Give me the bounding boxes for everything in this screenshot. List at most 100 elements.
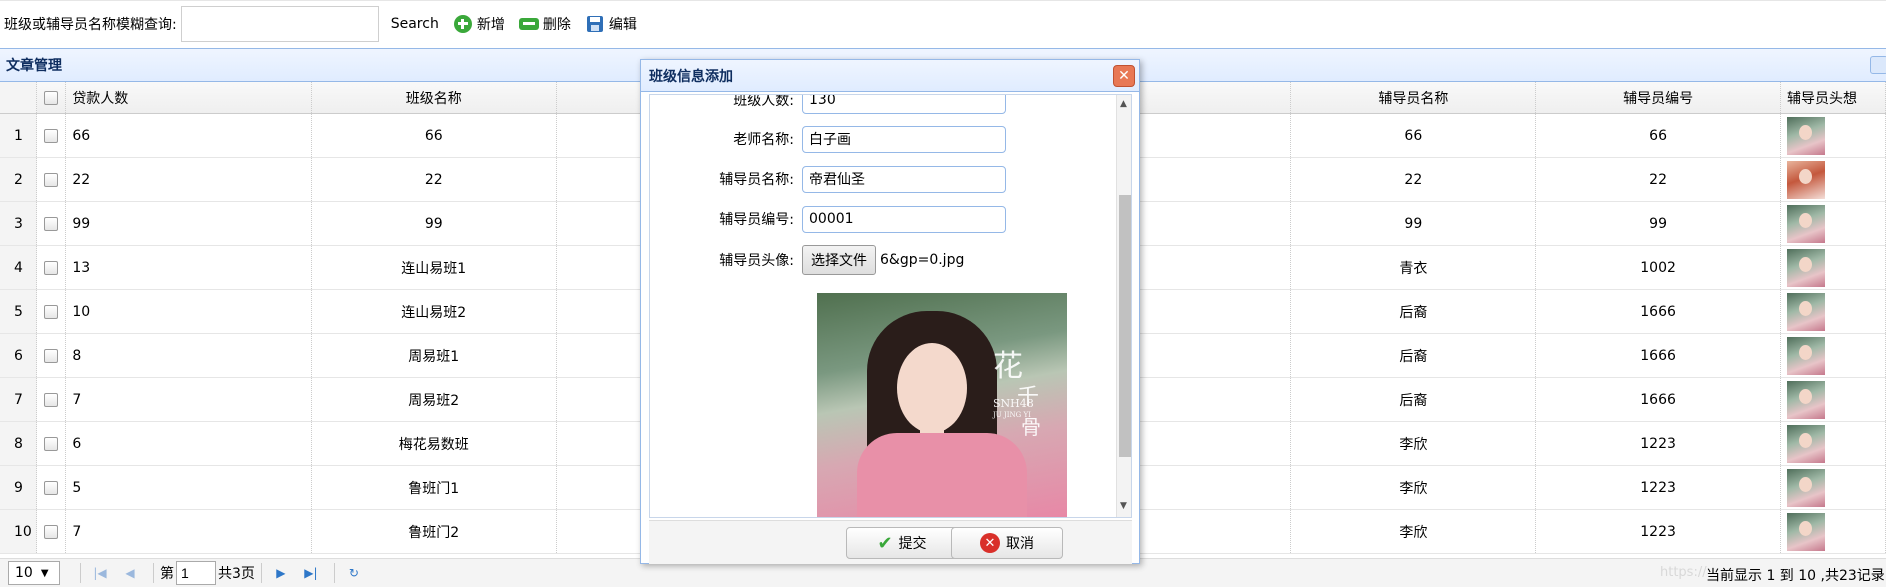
refresh-icon[interactable]: ↻ xyxy=(341,561,367,585)
row-number: 7 xyxy=(0,378,37,421)
row-number: 2 xyxy=(0,158,37,201)
row-number-header xyxy=(0,82,37,113)
cell-counselor-avatar xyxy=(1781,202,1886,245)
submit-button[interactable]: ✔ 提交 xyxy=(846,527,958,559)
row-number: 4 xyxy=(0,246,37,289)
page-size-select[interactable]: 10 ▼ xyxy=(8,561,60,585)
cell-loan-count: 5 xyxy=(66,466,312,509)
counselor-id-field[interactable]: 00001 xyxy=(802,205,1006,233)
collapse-icon[interactable] xyxy=(1870,56,1886,74)
cell-class-name: 99 xyxy=(312,202,557,245)
prev-page-icon[interactable]: ◀ xyxy=(117,561,143,585)
row-checkbox[interactable] xyxy=(37,510,67,553)
counselor-id-label: 辅导员编号: xyxy=(719,212,794,228)
class-count-label: 班级人数: xyxy=(733,94,794,109)
scroll-up-icon[interactable]: ▲ xyxy=(1120,99,1127,109)
watermark: https:// xyxy=(1660,565,1707,580)
row-checkbox[interactable] xyxy=(37,114,67,157)
row-number: 9 xyxy=(0,466,37,509)
header-counselor-avatar[interactable]: 辅导员头想 xyxy=(1781,82,1886,113)
photo-text-small: SNH48 xyxy=(993,397,1034,410)
search-button[interactable]: Search xyxy=(391,16,439,32)
avatar-preview-image: 花 千 骨 SNH48 JU JING YI xyxy=(817,293,1067,517)
select-all-checkbox[interactable] xyxy=(37,82,67,113)
pager-divider xyxy=(153,563,154,583)
cancel-button-label: 取消 xyxy=(1006,536,1034,552)
header-class-name[interactable]: 班级名称 xyxy=(312,82,557,113)
cell-counselor-avatar xyxy=(1781,466,1886,509)
add-button[interactable]: 新增 xyxy=(453,14,505,34)
pager-divider xyxy=(260,563,262,583)
cell-counselor-id: 1223 xyxy=(1536,510,1781,553)
counselor-name-field[interactable]: 帝君仙圣 xyxy=(802,165,1006,193)
cell-counselor-name: 22 xyxy=(1291,158,1537,201)
teacher-field[interactable]: 白子画 xyxy=(802,125,1006,153)
dialog-scrollbar[interactable]: ▲ ▼ xyxy=(1116,95,1131,517)
photo-text-small: JU JING YI xyxy=(993,411,1031,419)
row-checkbox[interactable] xyxy=(37,466,67,509)
pager-info: 当前显示 1 到 10 ,共23记录 xyxy=(1706,568,1885,584)
dialog-header: 班级信息添加 xyxy=(641,60,1139,92)
row-number: 10 xyxy=(0,510,37,553)
cell-loan-count: 22 xyxy=(66,158,312,201)
cell-counselor-id: 1223 xyxy=(1536,466,1781,509)
choose-file-button[interactable]: 选择文件 xyxy=(802,245,876,275)
cancel-button[interactable]: ✕ 取消 xyxy=(951,527,1063,559)
first-page-icon[interactable]: |◀ xyxy=(87,561,113,585)
header-loan-count[interactable]: 贷款人数 xyxy=(66,82,312,113)
header-counselor-id[interactable]: 辅导员编号 xyxy=(1536,82,1781,113)
avatar xyxy=(1786,468,1825,507)
avatar xyxy=(1786,116,1825,155)
cell-counselor-avatar xyxy=(1781,510,1886,553)
avatar xyxy=(1786,160,1825,199)
cell-counselor-id: 66 xyxy=(1536,114,1781,157)
header-counselor-name[interactable]: 辅导员名称 xyxy=(1291,82,1537,113)
class-count-field[interactable]: 130 xyxy=(802,95,1006,114)
edit-button[interactable]: 编辑 xyxy=(585,14,637,34)
row-checkbox[interactable] xyxy=(37,422,67,465)
row-checkbox[interactable] xyxy=(37,334,67,377)
close-icon[interactable]: ✕ xyxy=(1113,65,1135,87)
row-checkbox[interactable] xyxy=(37,290,67,333)
add-class-dialog: 班级信息添加 ✕ 班级人数: 130 老师名称: 白子画 辅导员名称: 帝君仙圣… xyxy=(640,59,1140,564)
submit-button-label: 提交 xyxy=(898,536,927,552)
cell-loan-count: 66 xyxy=(66,114,312,157)
pager-divider xyxy=(333,563,335,583)
row-checkbox[interactable] xyxy=(37,378,67,421)
cancel-icon: ✕ xyxy=(980,533,1000,553)
cell-counselor-avatar xyxy=(1781,290,1886,333)
scroll-thumb[interactable] xyxy=(1119,195,1131,457)
form-row-avatar: 辅导员头像: 选择文件 6&gp=0.jpg xyxy=(650,245,1110,275)
teacher-label: 老师名称: xyxy=(733,132,794,148)
page-prefix: 第 xyxy=(160,566,174,582)
delete-button[interactable]: 删除 xyxy=(518,14,571,34)
save-icon xyxy=(585,14,605,34)
cell-counselor-id: 99 xyxy=(1536,202,1781,245)
search-label: 班级或辅导员名称模糊查询: xyxy=(4,16,177,33)
dialog-title: 班级信息添加 xyxy=(649,68,733,85)
cell-class-name: 鲁班门1 xyxy=(312,466,557,509)
cell-loan-count: 99 xyxy=(66,202,312,245)
cell-class-name: 周易班2 xyxy=(312,378,557,421)
cell-counselor-avatar xyxy=(1781,422,1886,465)
row-checkbox[interactable] xyxy=(37,246,67,289)
row-checkbox[interactable] xyxy=(37,202,67,245)
cell-counselor-name: 青衣 xyxy=(1291,246,1537,289)
toolbar: 班级或辅导员名称模糊查询: Search 新增 删除 编辑 xyxy=(0,0,1886,46)
next-page-icon[interactable]: ▶ xyxy=(268,561,294,585)
scroll-down-icon[interactable]: ▼ xyxy=(1120,501,1127,511)
dialog-footer: ✔ 提交 ✕ 取消 xyxy=(649,520,1132,564)
search-input[interactable] xyxy=(180,5,379,42)
avatar xyxy=(1786,336,1825,375)
row-number: 5 xyxy=(0,290,37,333)
page-number-input[interactable] xyxy=(176,561,216,585)
avatar xyxy=(1786,204,1825,243)
row-checkbox[interactable] xyxy=(37,158,67,201)
cell-counselor-id: 1666 xyxy=(1536,378,1781,421)
last-page-icon[interactable]: ▶| xyxy=(298,561,324,585)
chevron-down-icon: ▼ xyxy=(40,567,49,579)
form-row-teacher: 老师名称: 白子画 xyxy=(650,124,1110,154)
delete-button-label: 删除 xyxy=(542,16,571,33)
cell-counselor-avatar xyxy=(1781,334,1886,377)
counselor-name-label: 辅导员名称: xyxy=(719,172,794,188)
